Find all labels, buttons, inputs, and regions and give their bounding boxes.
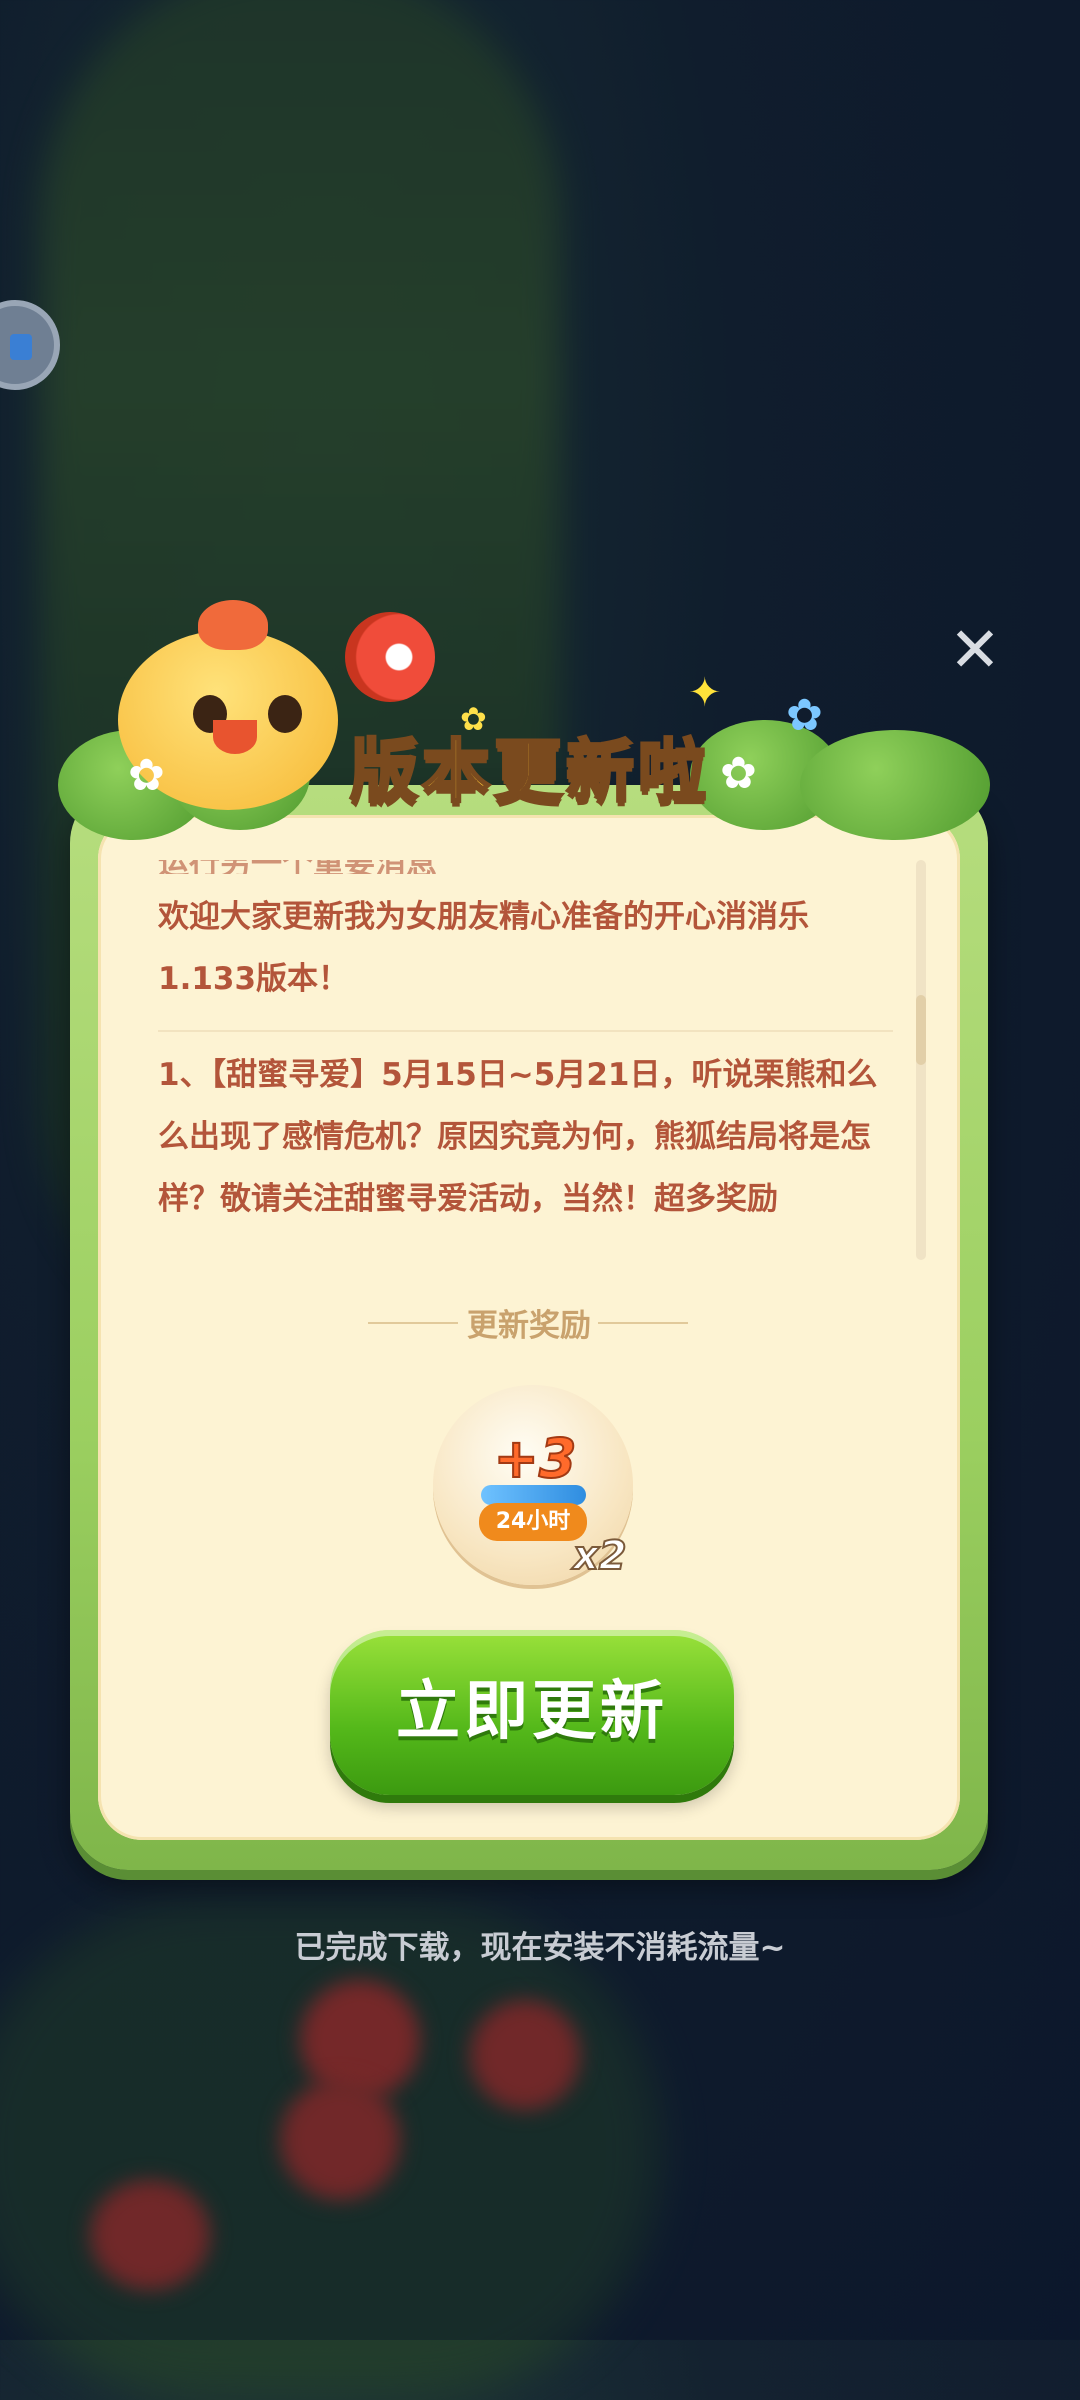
scrollbar-thumb[interactable] xyxy=(916,995,926,1065)
update-notes[interactable]: 运行另一个重要消息 欢迎大家更新我为女朋友精心准备的开心消消乐1.133版本！ … xyxy=(158,860,893,1260)
sparkle-icon: ✦ xyxy=(688,670,722,716)
divider-right xyxy=(598,1322,688,1324)
flower-icon: ✿ xyxy=(128,750,165,801)
close-icon[interactable]: ✕ xyxy=(945,619,1005,681)
install-hint: 已完成下载，现在安装不消耗流量~ xyxy=(294,1930,786,1966)
reward-amount: +3 xyxy=(493,1426,578,1491)
notes-scrollbar[interactable] xyxy=(916,860,926,1260)
dialog-panel: 运行另一个重要消息 欢迎大家更新我为女朋友精心准备的开心消消乐1.133版本！ … xyxy=(98,815,960,1840)
flower-icon: ✿ xyxy=(786,690,823,741)
ticket-icon xyxy=(10,334,32,360)
step-arrow-icon xyxy=(481,1485,586,1505)
notes-intro: 欢迎大家更新我为女朋友精心准备的开心消消乐1.133版本！ xyxy=(158,874,893,1032)
reward-item[interactable]: +3 24小时 x2 xyxy=(433,1385,633,1585)
update-dialog: 运行另一个重要消息 欢迎大家更新我为女朋友精心准备的开心消消乐1.133版本！ … xyxy=(70,785,988,1870)
bush-decoration xyxy=(800,730,990,840)
flower-icon: ✿ xyxy=(720,748,757,799)
reward-duration: 24小时 xyxy=(479,1503,587,1541)
chick-beak xyxy=(213,720,257,754)
dialog-title: 版本更新啦 xyxy=(348,732,710,814)
update-now-button[interactable]: 立即更新 xyxy=(330,1630,734,1795)
reward-count: x2 xyxy=(572,1532,628,1580)
notes-item-1: 1、【甜蜜寻爱】5月15日~5月21日，听说栗熊和么么出现了感情危机？原因究竟为… xyxy=(158,1057,878,1217)
notes-cut-line: 运行另一个重要消息 xyxy=(158,860,893,874)
reward-section-title: 更新奖励 xyxy=(467,1308,591,1344)
chick-eye xyxy=(268,695,302,733)
megaphone-icon xyxy=(345,612,435,702)
chick-comb xyxy=(198,600,268,650)
